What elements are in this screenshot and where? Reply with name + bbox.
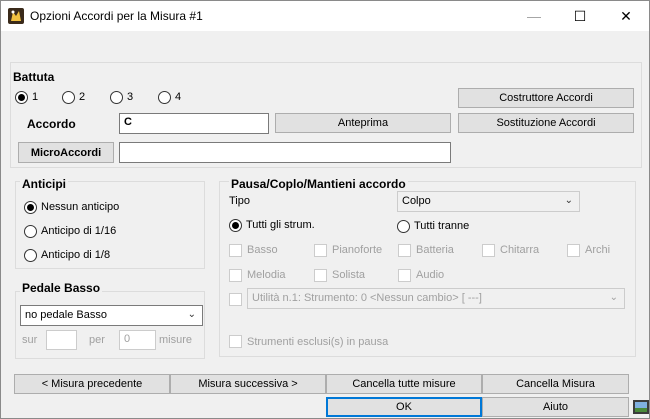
batteria-checkbox[interactable] [398,244,411,257]
basso-label: Basso [247,244,278,256]
pianoforte-label: Pianoforte [332,244,383,256]
costruttore-accordi-button[interactable]: Costruttore Accordi [458,88,634,108]
battuta-label-4: 4 [175,91,182,103]
pedale-title: Pedale Basso [20,281,103,295]
battuta-radio-4[interactable] [158,91,171,104]
batteria-label: Batteria [416,244,454,256]
battuta-radio-3[interactable] [110,91,123,104]
film-icon[interactable] [633,399,649,415]
chitarra-label: Chitarra [500,244,540,256]
anticipo-label-16: Anticipo di 1/16 [41,225,117,237]
chevron-down-icon: ⌄ [187,309,196,320]
misure-label: misure [159,334,193,346]
melodia-checkbox[interactable] [229,269,242,282]
pedale-select[interactable]: no pedale Basso ⌄ [20,305,203,326]
battuta-title: Battuta [13,70,55,84]
anticipo-label-none: Nessun anticipo [41,201,120,213]
battuta-radio-2[interactable] [62,91,75,104]
utility-select-value: Utilità n.1: Strumento: 0 <Nessun cambio… [252,292,482,304]
pianoforte-checkbox[interactable] [314,244,327,257]
pedale-select-value: no pedale Basso [25,309,107,321]
maximize-button[interactable]: ☐ [557,1,603,31]
chitarra-checkbox[interactable] [482,244,495,257]
solista-checkbox[interactable] [314,269,327,282]
tutti-tranne-label: Tutti tranne [414,220,470,232]
anticipo-radio-8[interactable] [24,249,37,262]
anticipo-label-8: Anticipo di 1/8 [41,249,111,261]
solista-label: Solista [332,269,366,281]
title-bar[interactable]: Opzioni Accordi per la Misura #1 — ☐ ✕ [1,1,649,31]
strumenti-esclusi-checkbox[interactable] [229,335,242,348]
chevron-down-icon: ⌄ [564,195,573,206]
audio-checkbox[interactable] [398,269,411,282]
battuta-label-1: 1 [32,91,39,103]
dialog-window: Opzioni Accordi per la Misura #1 — ☐ ✕ B… [0,0,650,419]
basso-checkbox[interactable] [229,244,242,257]
minimize-button[interactable]: — [511,1,557,31]
accordo-label: Accordo [27,117,76,131]
chevron-down-icon: ⌄ [609,292,618,303]
battuta-label-3: 3 [127,91,134,103]
tipo-label: Tipo [229,195,250,207]
close-button[interactable]: ✕ [603,1,649,31]
utility-checkbox[interactable] [229,293,242,306]
utility-select[interactable]: Utilità n.1: Strumento: 0 <Nessun cambio… [247,288,625,309]
strumenti-esclusi-label: Strumenti esclusi(s) in pausa [247,336,389,348]
accordo-input[interactable]: C [119,113,269,134]
microaccordi-input[interactable] [119,142,451,163]
aiuto-button[interactable]: Aiuto [482,397,629,417]
battuta-label-2: 2 [79,91,86,103]
melodia-label: Melodia [247,269,286,281]
battuta-radio-1[interactable] [15,91,28,104]
sur-label: sur [22,334,38,346]
anticipo-radio-16[interactable] [24,225,37,238]
per-label: per [89,334,105,346]
archi-label: Archi [585,244,611,256]
band-in-a-box-icon [8,8,24,24]
audio-label: Audio [416,269,445,281]
cancella-misura-button[interactable]: Cancella Misura [482,374,629,394]
anticipo-radio-none[interactable] [24,201,37,214]
tutti-gli-strum-radio[interactable] [229,219,242,232]
tutti-gli-strum-label: Tutti gli strum. [246,219,315,231]
sur-input[interactable] [46,330,77,350]
cancella-tutte-misure-button[interactable]: Cancella tutte misure [326,374,482,394]
microaccordi-button[interactable]: MicroAccordi [18,142,114,163]
per-input[interactable]: 0 [119,330,156,350]
tutti-tranne-radio[interactable] [397,220,410,233]
anticipi-title: Anticipi [20,177,68,191]
tipo-select-value: Colpo [402,195,431,207]
anteprima-button[interactable]: Anteprima [275,113,451,133]
ok-button[interactable]: OK [326,397,482,417]
misura-successiva-button[interactable]: Misura successiva > [170,374,326,394]
pausa-title: Pausa/Coplo/Mantieni accordo [229,177,408,191]
tipo-select[interactable]: Colpo ⌄ [397,191,580,212]
sostituzione-accordi-button[interactable]: Sostituzione Accordi [458,113,634,133]
misura-precedente-button[interactable]: < Misura precedente [14,374,170,394]
archi-checkbox[interactable] [567,244,580,257]
window-title: Opzioni Accordi per la Misura #1 [30,9,203,23]
